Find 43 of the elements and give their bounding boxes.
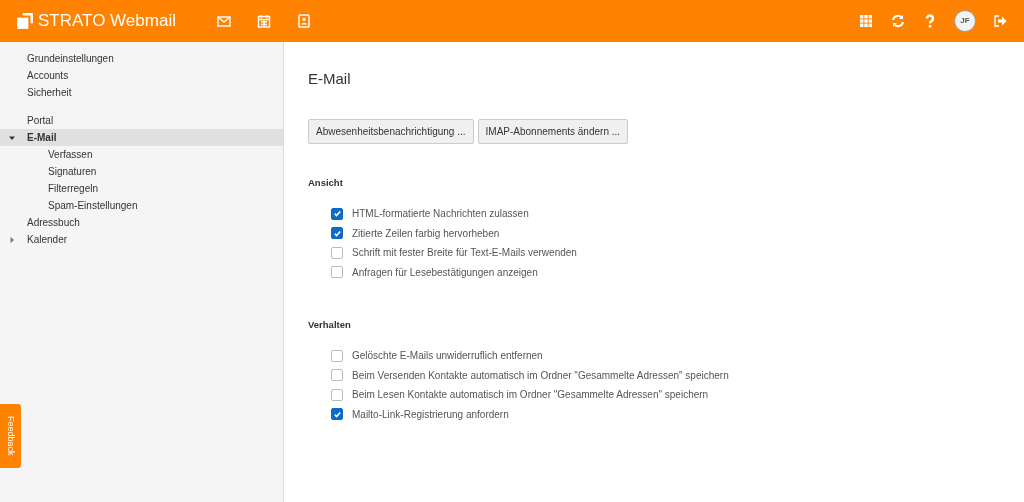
sidebar-item[interactable]: Filterregeln: [0, 180, 283, 197]
checkbox[interactable]: [331, 369, 343, 382]
option-label: Beim Versenden Kontakte automatisch im Ordner "Gesammelte Adressen" speichern: [352, 368, 729, 383]
logo-text: STRATO Webmail: [38, 10, 176, 33]
sidebar-item[interactable]: Accounts: [0, 67, 283, 84]
checkbox[interactable]: [331, 266, 343, 278]
user-avatar[interactable]: JF: [954, 10, 976, 32]
calendar-icon[interactable]: [255, 13, 272, 29]
checkbox[interactable]: [331, 207, 343, 220]
caret-icon[interactable]: [9, 236, 15, 243]
section-heading: Ansicht: [308, 175, 344, 190]
option-label: Beim Lesen Kontakte automatisch im Ordner "Gesammelte Adressen" speichern: [352, 388, 709, 403]
section-heading: Verhalten: [308, 317, 352, 332]
mail-icon[interactable]: [215, 13, 232, 29]
logo-icon: [16, 12, 34, 30]
refresh-icon[interactable]: [890, 13, 906, 29]
sidebar-item[interactable]: Kalender: [0, 231, 283, 248]
option-label: HTML-formatierte Nachrichten zulassen: [352, 207, 529, 221]
apps-grid-icon[interactable]: [858, 13, 874, 29]
option-label: Schrift mit fester Breite für Text-E-Mails verwenden: [352, 246, 577, 260]
sidebar-item[interactable]: Grundeinstellungen: [0, 50, 283, 67]
checkbox[interactable]: [331, 388, 343, 401]
sidebar-item[interactable]: E-Mail: [0, 129, 283, 146]
checkbox[interactable]: [331, 227, 343, 239]
option-label: Gelöschte E-Mails unwiderruflich entfernen: [352, 349, 543, 364]
sidebar-item[interactable]: Signaturen: [0, 163, 283, 180]
sidebar-item[interactable]: Sicherheit: [0, 84, 283, 101]
sidebar-item[interactable]: Adressbuch: [0, 214, 283, 231]
checkbox[interactable]: [331, 408, 343, 421]
logout-icon[interactable]: [992, 13, 1008, 29]
sidebar-item[interactable]: Verfassen: [0, 146, 283, 163]
checkbox[interactable]: [331, 349, 343, 362]
option-label: Anfragen für Lesebestätigungen anzeigen: [352, 265, 538, 280]
option-label: Zitierte Zeilen farbig hervorheben: [352, 226, 500, 241]
page-title: E-Mail: [308, 69, 352, 89]
contact-icon[interactable]: [295, 13, 312, 29]
sidebar-item[interactable]: Spam-Einstellungen: [0, 197, 283, 214]
action-button[interactable]: Abwesenheitsbenachrichtigung ...: [308, 118, 474, 144]
sidebar-item[interactable]: Portal: [0, 112, 283, 129]
action-button[interactable]: IMAP-Abonnements ändern ...: [477, 118, 629, 144]
option-label: Mailto-Link-Registrierung anfordern: [352, 407, 509, 422]
checkbox[interactable]: [331, 246, 343, 259]
caret-icon[interactable]: [9, 134, 15, 141]
